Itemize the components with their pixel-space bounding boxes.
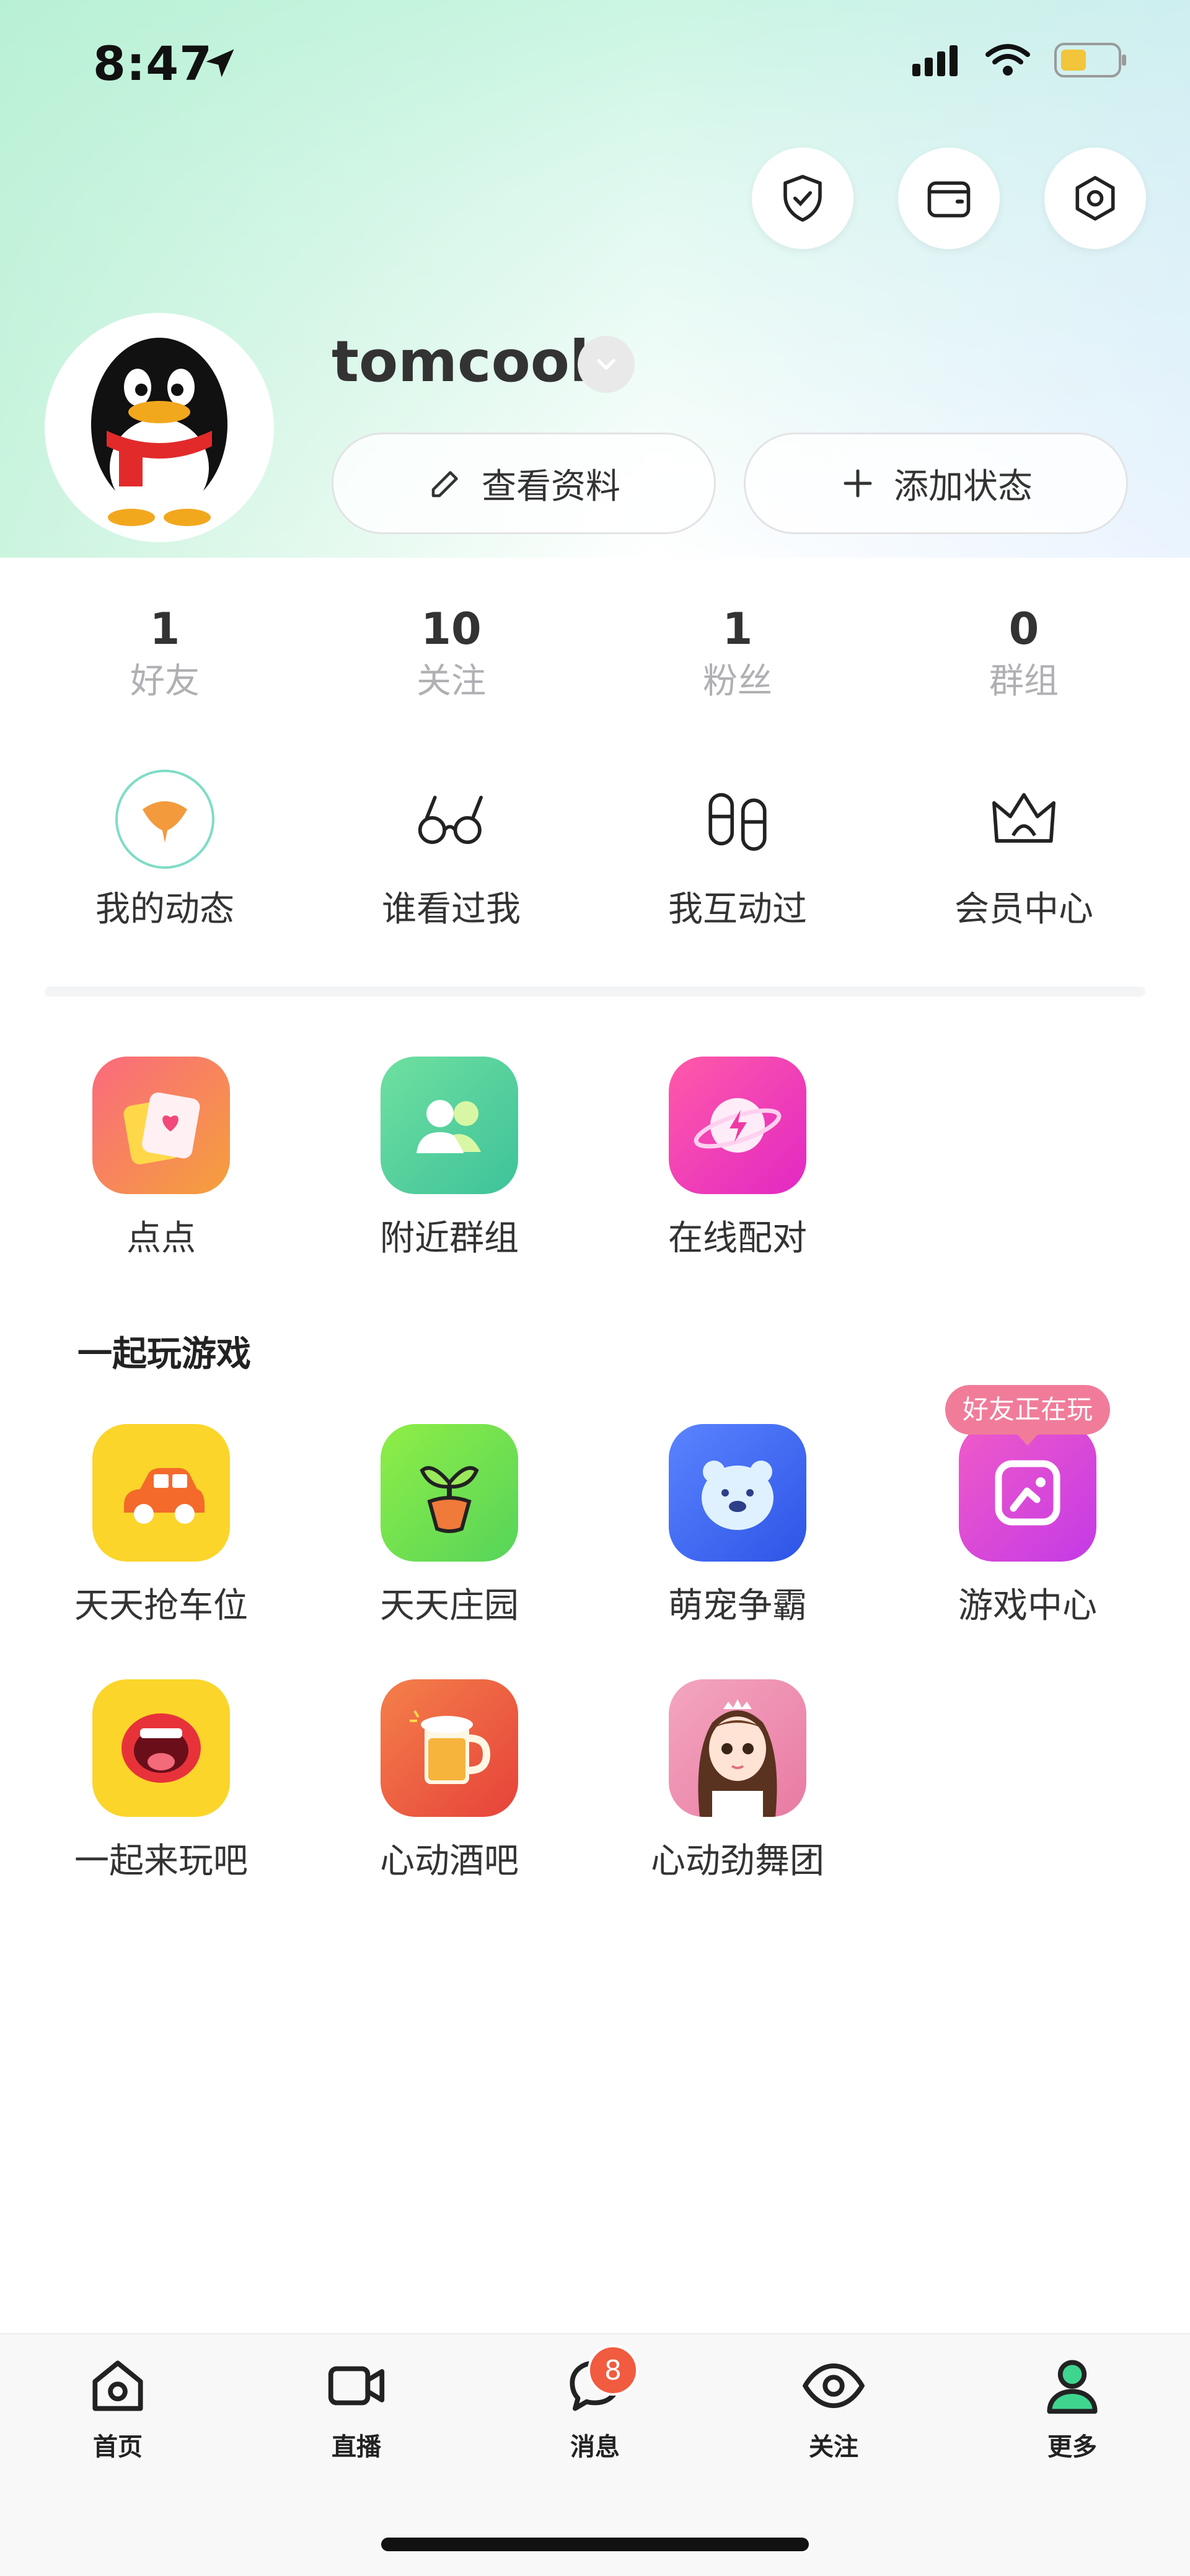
tab-home[interactable]: 首页 <box>25 2349 211 2463</box>
stat-label: 好友 <box>130 661 200 701</box>
tab-messages[interactable]: 8 消息 <box>502 2345 688 2463</box>
stat-label: 粉丝 <box>703 661 772 701</box>
sprout-icon <box>381 1424 518 1562</box>
stat-label: 群组 <box>989 661 1059 701</box>
tab-more[interactable]: 更多 <box>979 2349 1165 2463</box>
shield-check-icon <box>783 175 822 222</box>
home-indicator <box>381 2538 809 2551</box>
game-heart-bar[interactable]: 心动酒吧 <box>338 1679 561 1883</box>
stat-label: 关注 <box>416 661 486 701</box>
app-online-match[interactable]: 在线配对 <box>626 1057 849 1260</box>
tab-label: 关注 <box>809 2433 858 2461</box>
wallet-button[interactable] <box>898 147 1000 249</box>
gear-icon <box>1075 175 1115 221</box>
quick-action-label: 会员中心 <box>954 889 1093 930</box>
chat-bubble-icon: 8 <box>558 2345 638 2423</box>
stat-friends[interactable]: 1 好友 <box>72 601 258 706</box>
stat-groups[interactable]: 0 群组 <box>931 601 1117 706</box>
eye-icon <box>796 2349 871 2423</box>
crown-icon <box>973 768 1075 870</box>
interacted-item[interactable]: 我互动过 <box>638 768 837 931</box>
view-profile-button[interactable]: 查看资料 <box>332 433 716 534</box>
game-pet[interactable]: 萌宠争霸 <box>626 1424 849 1628</box>
status-time: 8:47 <box>93 36 213 91</box>
game-label: 心动酒吧 <box>380 1841 519 1881</box>
app-label: 点点 <box>126 1218 196 1259</box>
chevron-down-icon <box>597 359 615 370</box>
tab-label: 直播 <box>332 2433 381 2461</box>
app-label: 附近群组 <box>380 1218 519 1259</box>
battery-icon <box>1054 43 1126 77</box>
person-icon <box>1035 2349 1109 2423</box>
ginkgo-leaf-icon <box>114 768 216 870</box>
username: tomcook <box>332 328 608 395</box>
app-diandian[interactable]: 点点 <box>50 1057 273 1260</box>
game-label: 心动劲舞团 <box>651 1841 824 1881</box>
vip-center-item[interactable]: 会员中心 <box>925 768 1123 931</box>
cellular-signal-icon <box>912 45 958 76</box>
video-camera-icon <box>319 2349 394 2423</box>
wifi-icon <box>985 44 1030 76</box>
slippers-icon <box>687 768 788 870</box>
my-moments-item[interactable]: 我的动态 <box>66 768 264 931</box>
tab-live[interactable]: 直播 <box>263 2349 449 2463</box>
stat-value: 1 <box>149 604 180 654</box>
game-center[interactable]: 游戏中心 <box>916 1424 1139 1628</box>
verified-badge[interactable] <box>578 336 635 393</box>
tab-following[interactable]: 关注 <box>741 2349 927 2463</box>
stat-value: 10 <box>421 604 482 654</box>
security-shield-button[interactable] <box>752 147 853 249</box>
who-viewed-me-item[interactable]: 谁看过我 <box>352 768 550 931</box>
game-dance[interactable]: 心动劲舞团 <box>626 1679 849 1883</box>
game-farm[interactable]: 天天庄园 <box>338 1424 561 1628</box>
pencil-icon <box>431 471 458 498</box>
friends-playing-badge: 好友正在玩 <box>945 1385 1111 1446</box>
section-divider <box>45 987 1145 996</box>
tab-label: 更多 <box>1047 2433 1097 2461</box>
mouth-icon <box>92 1679 230 1817</box>
beer-mug-icon <box>381 1679 518 1817</box>
game-label: 游戏中心 <box>958 1586 1097 1626</box>
stat-value: 0 <box>1008 604 1039 654</box>
people-group-icon <box>381 1057 518 1194</box>
dancer-girl-icon <box>669 1679 806 1817</box>
bear-icon <box>669 1424 806 1562</box>
game-label: 天天庄园 <box>380 1586 519 1626</box>
quick-action-label: 谁看过我 <box>382 889 521 930</box>
app-label: 在线配对 <box>668 1218 807 1259</box>
game-play-together[interactable]: 一起来玩吧 <box>50 1679 273 1883</box>
game-label: 一起来玩吧 <box>74 1841 248 1881</box>
plus-icon <box>844 469 872 498</box>
view-profile-label: 查看资料 <box>482 466 620 507</box>
home-icon <box>81 2349 155 2423</box>
game-label: 天天抢车位 <box>74 1586 248 1626</box>
settings-button[interactable] <box>1044 147 1146 249</box>
avatar[interactable] <box>45 313 274 542</box>
quick-action-label: 我的动态 <box>95 889 234 930</box>
quick-action-label: 我互动过 <box>668 889 807 930</box>
game-parking[interactable]: 天天抢车位 <box>50 1424 273 1628</box>
tab-label: 消息 <box>570 2433 620 2461</box>
add-status-button[interactable]: 添加状态 <box>744 433 1128 534</box>
tab-label: 首页 <box>93 2433 143 2461</box>
app-nearby-groups[interactable]: 附近群组 <box>338 1057 561 1260</box>
games-section-title: 一起玩游戏 <box>77 1334 251 1374</box>
car-icon <box>92 1424 230 1562</box>
wallet-icon <box>927 181 971 218</box>
cards-heart-icon <box>92 1057 230 1194</box>
glasses-icon <box>400 768 502 870</box>
stat-following[interactable]: 10 关注 <box>358 601 544 706</box>
location-arrow-icon <box>206 49 234 77</box>
add-status-label: 添加状态 <box>894 466 1033 507</box>
stat-value: 1 <box>722 604 753 654</box>
game-label: 萌宠争霸 <box>668 1586 807 1626</box>
penguin-avatar-icon <box>91 338 227 526</box>
status-bar: 8:47 <box>93 36 1128 92</box>
planet-bolt-icon <box>669 1057 806 1194</box>
stat-fans[interactable]: 1 粉丝 <box>645 601 831 706</box>
unread-badge: 8 <box>588 2345 638 2396</box>
